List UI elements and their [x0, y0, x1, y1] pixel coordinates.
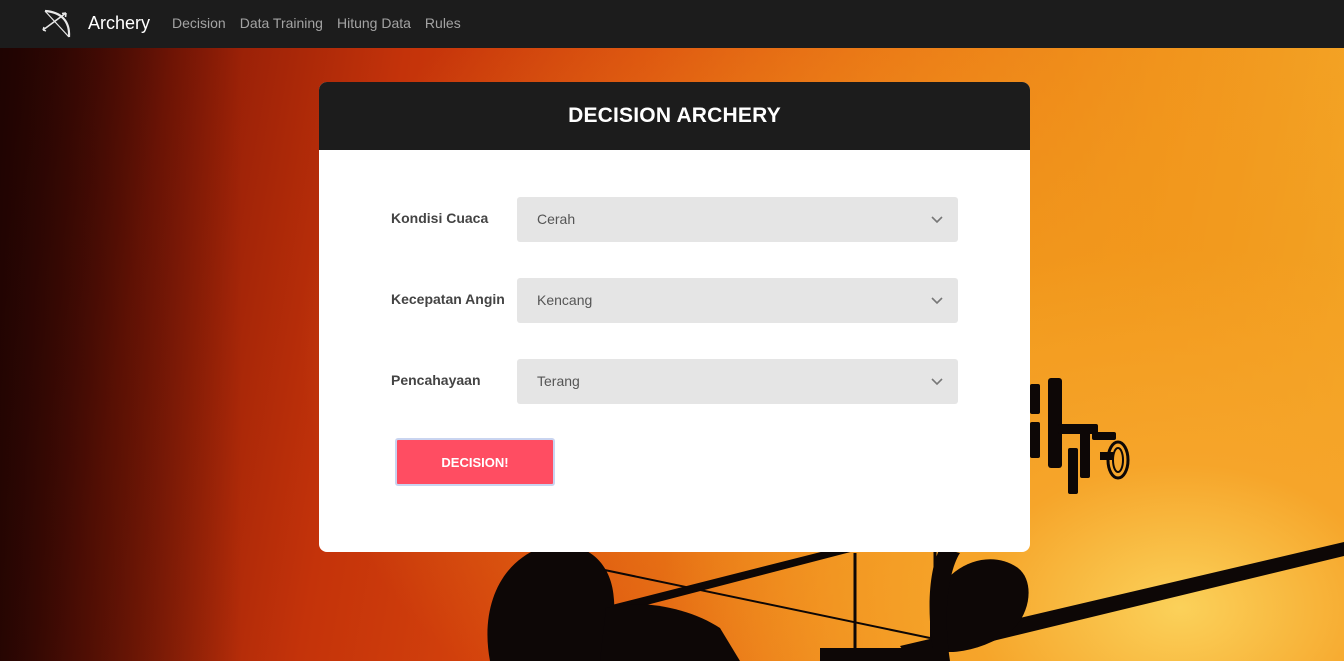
label-kondisi-cuaca: Kondisi Cuaca [391, 210, 489, 226]
select-value-kecepatan-angin: Kencang [537, 292, 593, 308]
nav-link-hitung-data[interactable]: Hitung Data [337, 14, 411, 32]
form-row-kondisi-cuaca: Kondisi Cuaca Cerah [391, 197, 958, 242]
label-kecepatan-angin: Kecepatan Angin [391, 291, 505, 307]
nav-link-decision[interactable]: Decision [172, 14, 226, 32]
select-kecepatan-angin[interactable]: Kencang [517, 278, 958, 323]
select-kondisi-cuaca[interactable]: Cerah [517, 197, 958, 242]
card-title: DECISION ARCHERY [568, 104, 781, 127]
decision-card: DECISION ARCHERY Kondisi Cuaca Cerah Kec… [319, 82, 1030, 552]
navbar: Archery Decision Data Training Hitung Da… [0, 0, 1344, 48]
brand-link[interactable]: Archery [88, 12, 150, 34]
nav-link-data-training[interactable]: Data Training [240, 14, 323, 32]
nav-links: Decision Data Training Hitung Data Rules [172, 14, 475, 32]
bow-arrow-icon[interactable] [41, 8, 73, 40]
decision-submit-button[interactable]: DECISION! [395, 438, 555, 486]
chevron-down-icon [931, 297, 943, 305]
card-header: DECISION ARCHERY [319, 82, 1030, 150]
label-pencahayaan: Pencahayaan [391, 372, 481, 388]
form-row-kecepatan-angin: Kecepatan Angin Kencang [391, 278, 958, 323]
nav-link-rules[interactable]: Rules [425, 14, 461, 32]
select-pencahayaan[interactable]: Terang [517, 359, 958, 404]
chevron-down-icon [931, 378, 943, 386]
chevron-down-icon [931, 216, 943, 224]
select-value-kondisi-cuaca: Cerah [537, 211, 576, 227]
form-row-pencahayaan: Pencahayaan Terang [391, 359, 958, 404]
select-value-pencahayaan: Terang [537, 373, 580, 389]
